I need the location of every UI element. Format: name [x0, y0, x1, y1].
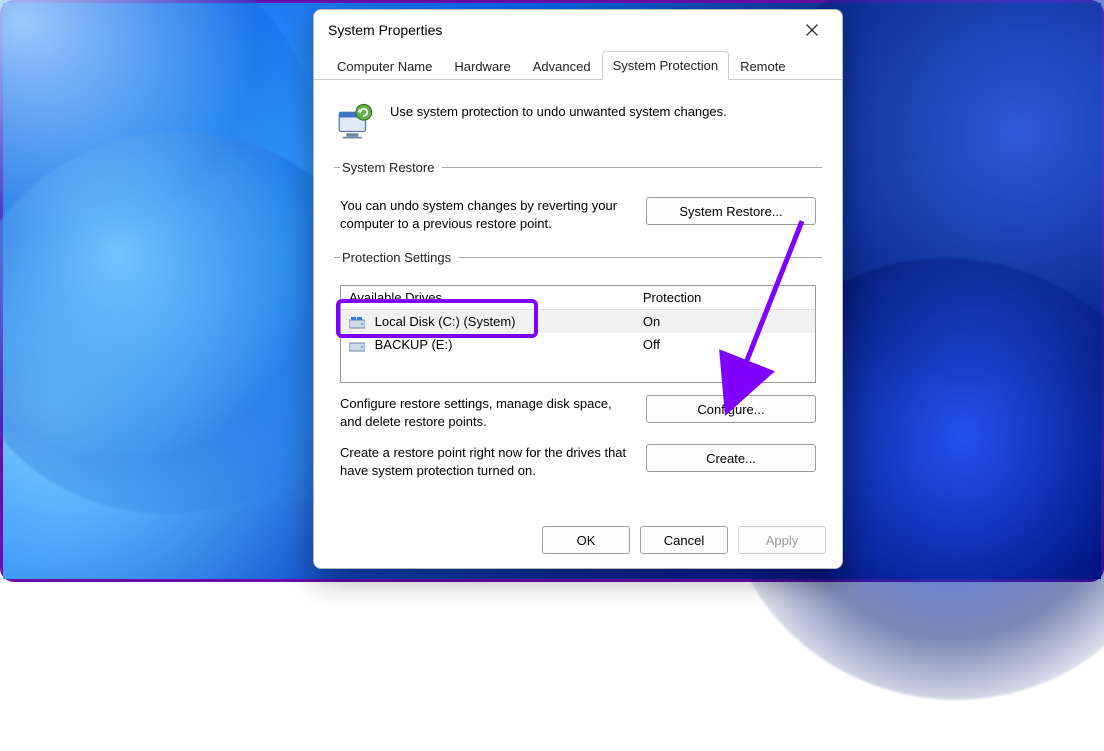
drive-row[interactable]: BACKUP (E:) Off	[341, 333, 815, 356]
window-title: System Properties	[328, 22, 790, 38]
group-legend: System Restore	[340, 160, 442, 175]
tab-body: Use system protection to undo unwanted s…	[314, 80, 842, 514]
restore-desc: You can undo system changes by reverting…	[340, 197, 630, 232]
column-header-protection[interactable]: Protection	[635, 286, 815, 309]
group-system-restore: System Restore You can undo system chang…	[334, 160, 822, 238]
drive-name: BACKUP (E:)	[375, 337, 453, 352]
system-properties-window: System Properties Computer Name Hardware…	[313, 9, 843, 569]
dialog-footer: OK Cancel Apply	[314, 514, 842, 568]
configure-button[interactable]: Configure...	[646, 395, 816, 423]
drive-row[interactable]: Local Disk (C:) (System) On	[341, 310, 815, 333]
create-desc: Create a restore point right now for the…	[340, 444, 630, 479]
drive-icon	[349, 340, 365, 352]
tab-remote[interactable]: Remote	[729, 52, 797, 80]
tab-system-protection[interactable]: System Protection	[602, 51, 730, 80]
configure-desc: Configure restore settings, manage disk …	[340, 395, 630, 430]
intro-text: Use system protection to undo unwanted s…	[390, 100, 727, 119]
titlebar[interactable]: System Properties	[314, 10, 842, 50]
system-restore-button[interactable]: System Restore...	[646, 197, 816, 225]
drive-protection: Off	[635, 333, 815, 356]
tabstrip: Computer Name Hardware Advanced System P…	[314, 50, 842, 80]
close-icon[interactable]	[790, 15, 834, 45]
ok-button[interactable]: OK	[542, 526, 630, 554]
tab-advanced[interactable]: Advanced	[522, 52, 602, 80]
apply-button[interactable]: Apply	[738, 526, 826, 554]
cancel-button[interactable]: Cancel	[640, 526, 728, 554]
drive-protection: On	[635, 310, 815, 333]
drive-icon	[349, 317, 365, 329]
create-button[interactable]: Create...	[646, 444, 816, 472]
column-header-drives[interactable]: Available Drives	[341, 286, 635, 309]
drives-list[interactable]: Available Drives Protection	[340, 285, 816, 383]
drive-name: Local Disk (C:) (System)	[375, 314, 516, 329]
tab-hardware[interactable]: Hardware	[443, 52, 521, 80]
group-protection-settings: Protection Settings Available Drives Pro…	[334, 250, 822, 485]
group-legend: Protection Settings	[340, 250, 459, 265]
system-protection-icon	[334, 100, 376, 142]
tab-computer-name[interactable]: Computer Name	[326, 52, 443, 80]
